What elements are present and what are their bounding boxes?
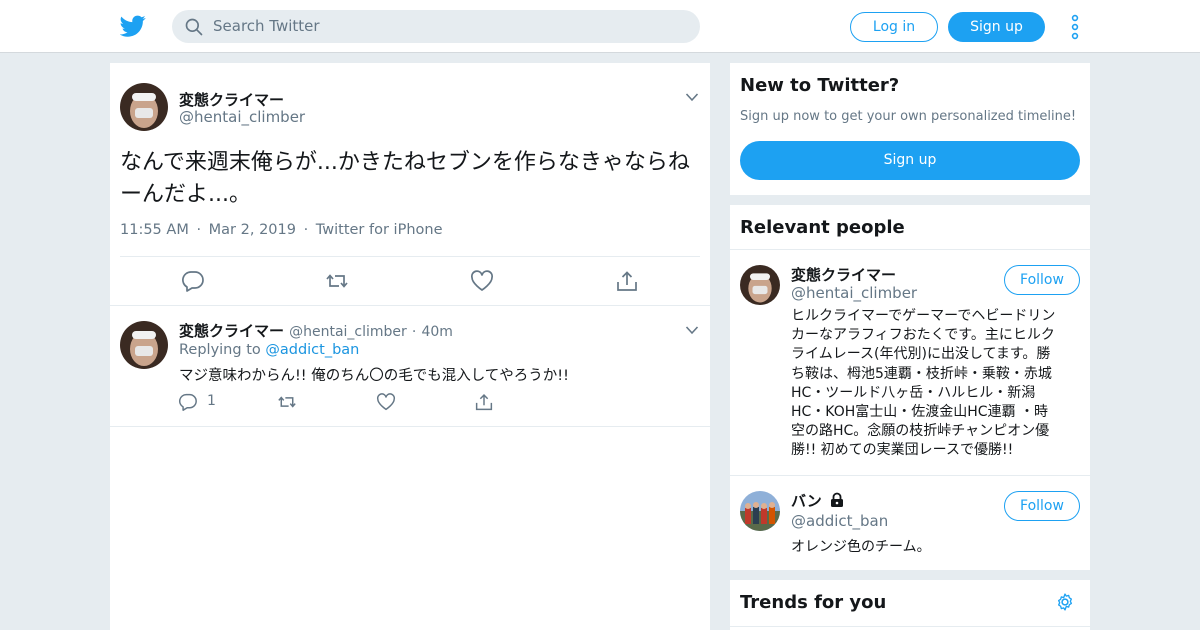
lock-icon	[830, 492, 843, 507]
replying-to-link[interactable]: @addict_ban	[265, 342, 359, 358]
trends-card: Trends for you	[730, 580, 1090, 630]
bio-line: 空の路HC。念願の枝折峠チャンピオン優	[791, 423, 1050, 440]
replying-to-label: Replying to	[179, 342, 261, 358]
divider	[730, 475, 1090, 476]
share-icon[interactable]	[474, 393, 494, 411]
chevron-down-icon[interactable]	[685, 92, 699, 102]
person-bio: オレンジ色のチーム。	[791, 539, 931, 555]
relevant-people-card: Relevant people 変態クライマー @hentai_climber …	[730, 205, 1090, 570]
top-navigation-bar: Search Twitter Log in Sign up	[0, 0, 1200, 53]
avatar[interactable]	[120, 83, 168, 131]
avatar[interactable]	[120, 321, 168, 369]
reply-author-name[interactable]: 変態クライマー	[179, 322, 284, 340]
reply-author-handle[interactable]: @hentai_climber	[289, 324, 407, 340]
like-icon[interactable]	[376, 393, 396, 411]
bio-line: ヒルクライマーでゲーマーでヘビードリン	[791, 308, 1056, 324]
bio-line: HC・ツールド八ヶ岳・ハルヒル・新潟	[791, 384, 1036, 401]
chevron-down-icon[interactable]	[685, 325, 699, 335]
tweet-column: 変態クライマー @hentai_climber なんで来週末俺らが...かきたね…	[110, 63, 710, 630]
retweet-icon[interactable]	[325, 270, 349, 292]
person-bio: ヒルクライマーでゲーマーでヘビードリン カーなアラフィフおたくです。主にヒルク …	[791, 307, 1081, 461]
reply-count: 1	[207, 393, 216, 409]
search-input[interactable]: Search Twitter	[213, 17, 320, 35]
reply-header: 変態クライマー @hentai_climber · 40m	[179, 320, 453, 341]
search-bar[interactable]: Search Twitter	[172, 10, 700, 43]
new-to-twitter-card: New to Twitter? Sign up now to get your …	[730, 63, 1090, 195]
signup-button[interactable]: Sign up	[740, 141, 1080, 180]
reply-icon[interactable]	[181, 270, 205, 292]
divider	[120, 256, 700, 257]
tweet-time: 11:55 AM	[120, 222, 189, 238]
replying-to: Replying to @addict_ban	[179, 342, 359, 358]
bio-line: HC・KOH富士山・佐渡金山HC連覇 ・時	[791, 404, 1049, 421]
author-handle[interactable]: @hentai_climber	[179, 108, 305, 126]
share-icon[interactable]	[615, 270, 639, 292]
card-subtitle: Sign up now to get your own personalized…	[740, 109, 1077, 124]
bio-line: ち鞍は、栂池5連覇・枝折峠・乗鞍・赤城	[791, 365, 1052, 382]
signup-button[interactable]: Sign up	[948, 12, 1045, 42]
card-title: New to Twitter?	[740, 75, 900, 96]
reply-tweet[interactable]: 変態クライマー @hentai_climber · 40m Replying t…	[110, 305, 710, 427]
avatar[interactable]	[740, 265, 780, 305]
follow-button[interactable]: Follow	[1004, 491, 1080, 521]
divider	[730, 626, 1090, 627]
reply-age[interactable]: 40m	[421, 324, 452, 340]
separator: ·	[196, 222, 202, 238]
bio-line: ライムレース(年代別)に出没してます。勝	[791, 346, 1051, 363]
divider	[730, 249, 1090, 250]
separator: ·	[411, 324, 417, 340]
reply-icon[interactable]	[178, 393, 198, 411]
follow-button[interactable]: Follow	[1004, 265, 1080, 295]
card-title: Relevant people	[740, 217, 905, 238]
reply-text: マジ意味わからん!! 俺のちん〇の毛でも混入してやろうか!!	[179, 368, 569, 384]
twitter-bird-icon[interactable]	[120, 13, 146, 39]
author-name[interactable]: 変態クライマー	[179, 89, 284, 110]
tweet-text: なんで来週末俺らが...かきたねセブンを作らなきゃならねーんだよ...。	[120, 150, 690, 207]
gear-icon[interactable]	[1055, 592, 1075, 612]
login-button[interactable]: Log in	[850, 12, 938, 42]
bio-line: 勝!! 初めての実業団レースで優勝!!	[791, 442, 1014, 459]
search-icon	[185, 18, 203, 36]
person-handle[interactable]: @hentai_climber	[791, 284, 917, 302]
person-name[interactable]: 変態クライマー	[791, 264, 896, 285]
more-vertical-icon[interactable]	[1068, 14, 1082, 40]
tweet-timestamp[interactable]: 11:55 AM · Mar 2, 2019 · Twitter for iPh…	[120, 222, 443, 238]
avatar[interactable]	[740, 491, 780, 531]
tweet-source: Twitter for iPhone	[315, 222, 443, 238]
tweet-date: Mar 2, 2019	[208, 222, 296, 238]
person-name-row: バン	[791, 490, 845, 511]
separator: ·	[303, 222, 309, 238]
bio-line: カーなアラフィフおたくです。主にヒルク	[791, 327, 1055, 344]
like-icon[interactable]	[470, 270, 494, 292]
person-name[interactable]: バン	[791, 492, 822, 510]
retweet-icon[interactable]	[277, 393, 297, 411]
person-handle[interactable]: @addict_ban	[791, 512, 888, 530]
card-title: Trends for you	[740, 592, 887, 613]
